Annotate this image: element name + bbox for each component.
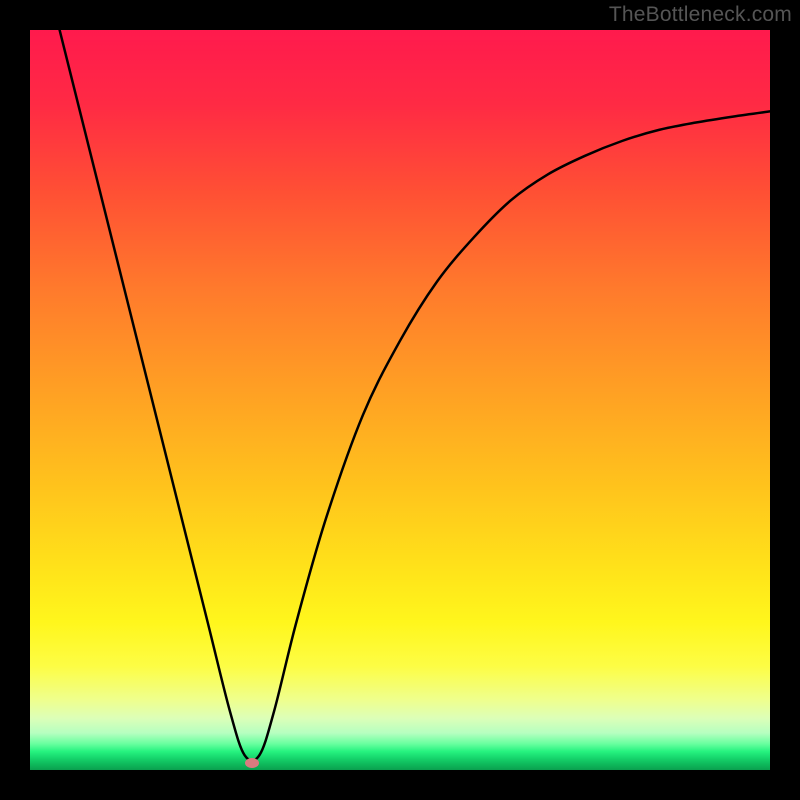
- plot-area: [30, 30, 770, 770]
- chart-frame: TheBottleneck.com: [0, 0, 800, 800]
- valley-marker: [245, 758, 259, 768]
- watermark-text: TheBottleneck.com: [609, 3, 792, 27]
- bottleneck-curve: [30, 30, 770, 770]
